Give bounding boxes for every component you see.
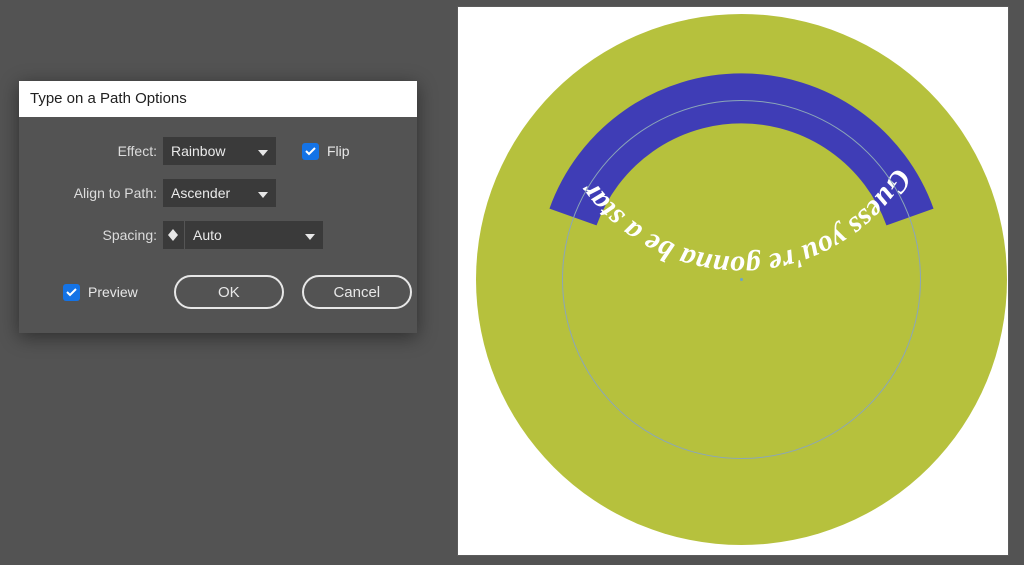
flip-checkbox[interactable]: Flip (302, 143, 350, 160)
stepper-arrows-icon[interactable] (163, 221, 185, 249)
preview-checkbox[interactable]: Preview (63, 284, 138, 301)
align-select[interactable]: Ascender (163, 179, 276, 207)
chevron-down-icon (248, 143, 268, 159)
flip-label: Flip (327, 143, 350, 159)
center-point-icon (740, 278, 743, 281)
align-value: Ascender (171, 185, 230, 201)
artboard: Guess you're gonna be a star (458, 7, 1008, 555)
chevron-down-icon (305, 227, 323, 243)
spacing-stepper[interactable]: Auto (163, 221, 323, 249)
checkbox-box (63, 284, 80, 301)
align-label: Align to Path: (43, 185, 163, 201)
type-on-path-options-dialog: Type on a Path Options Effect: Rainbow F… (19, 81, 417, 333)
effect-label: Effect: (43, 143, 163, 159)
preview-label: Preview (88, 284, 138, 300)
effect-value: Rainbow (171, 143, 225, 159)
spacing-label: Spacing: (43, 227, 163, 243)
chevron-down-icon (248, 185, 268, 201)
effect-select[interactable]: Rainbow (163, 137, 276, 165)
cancel-button[interactable]: Cancel (302, 275, 412, 309)
checkbox-box (302, 143, 319, 160)
dialog-body: Effect: Rainbow Flip Align to Path: Asce… (19, 117, 417, 333)
ok-button[interactable]: OK (174, 275, 284, 309)
spacing-value: Auto (185, 227, 305, 243)
dialog-title: Type on a Path Options (19, 81, 417, 117)
